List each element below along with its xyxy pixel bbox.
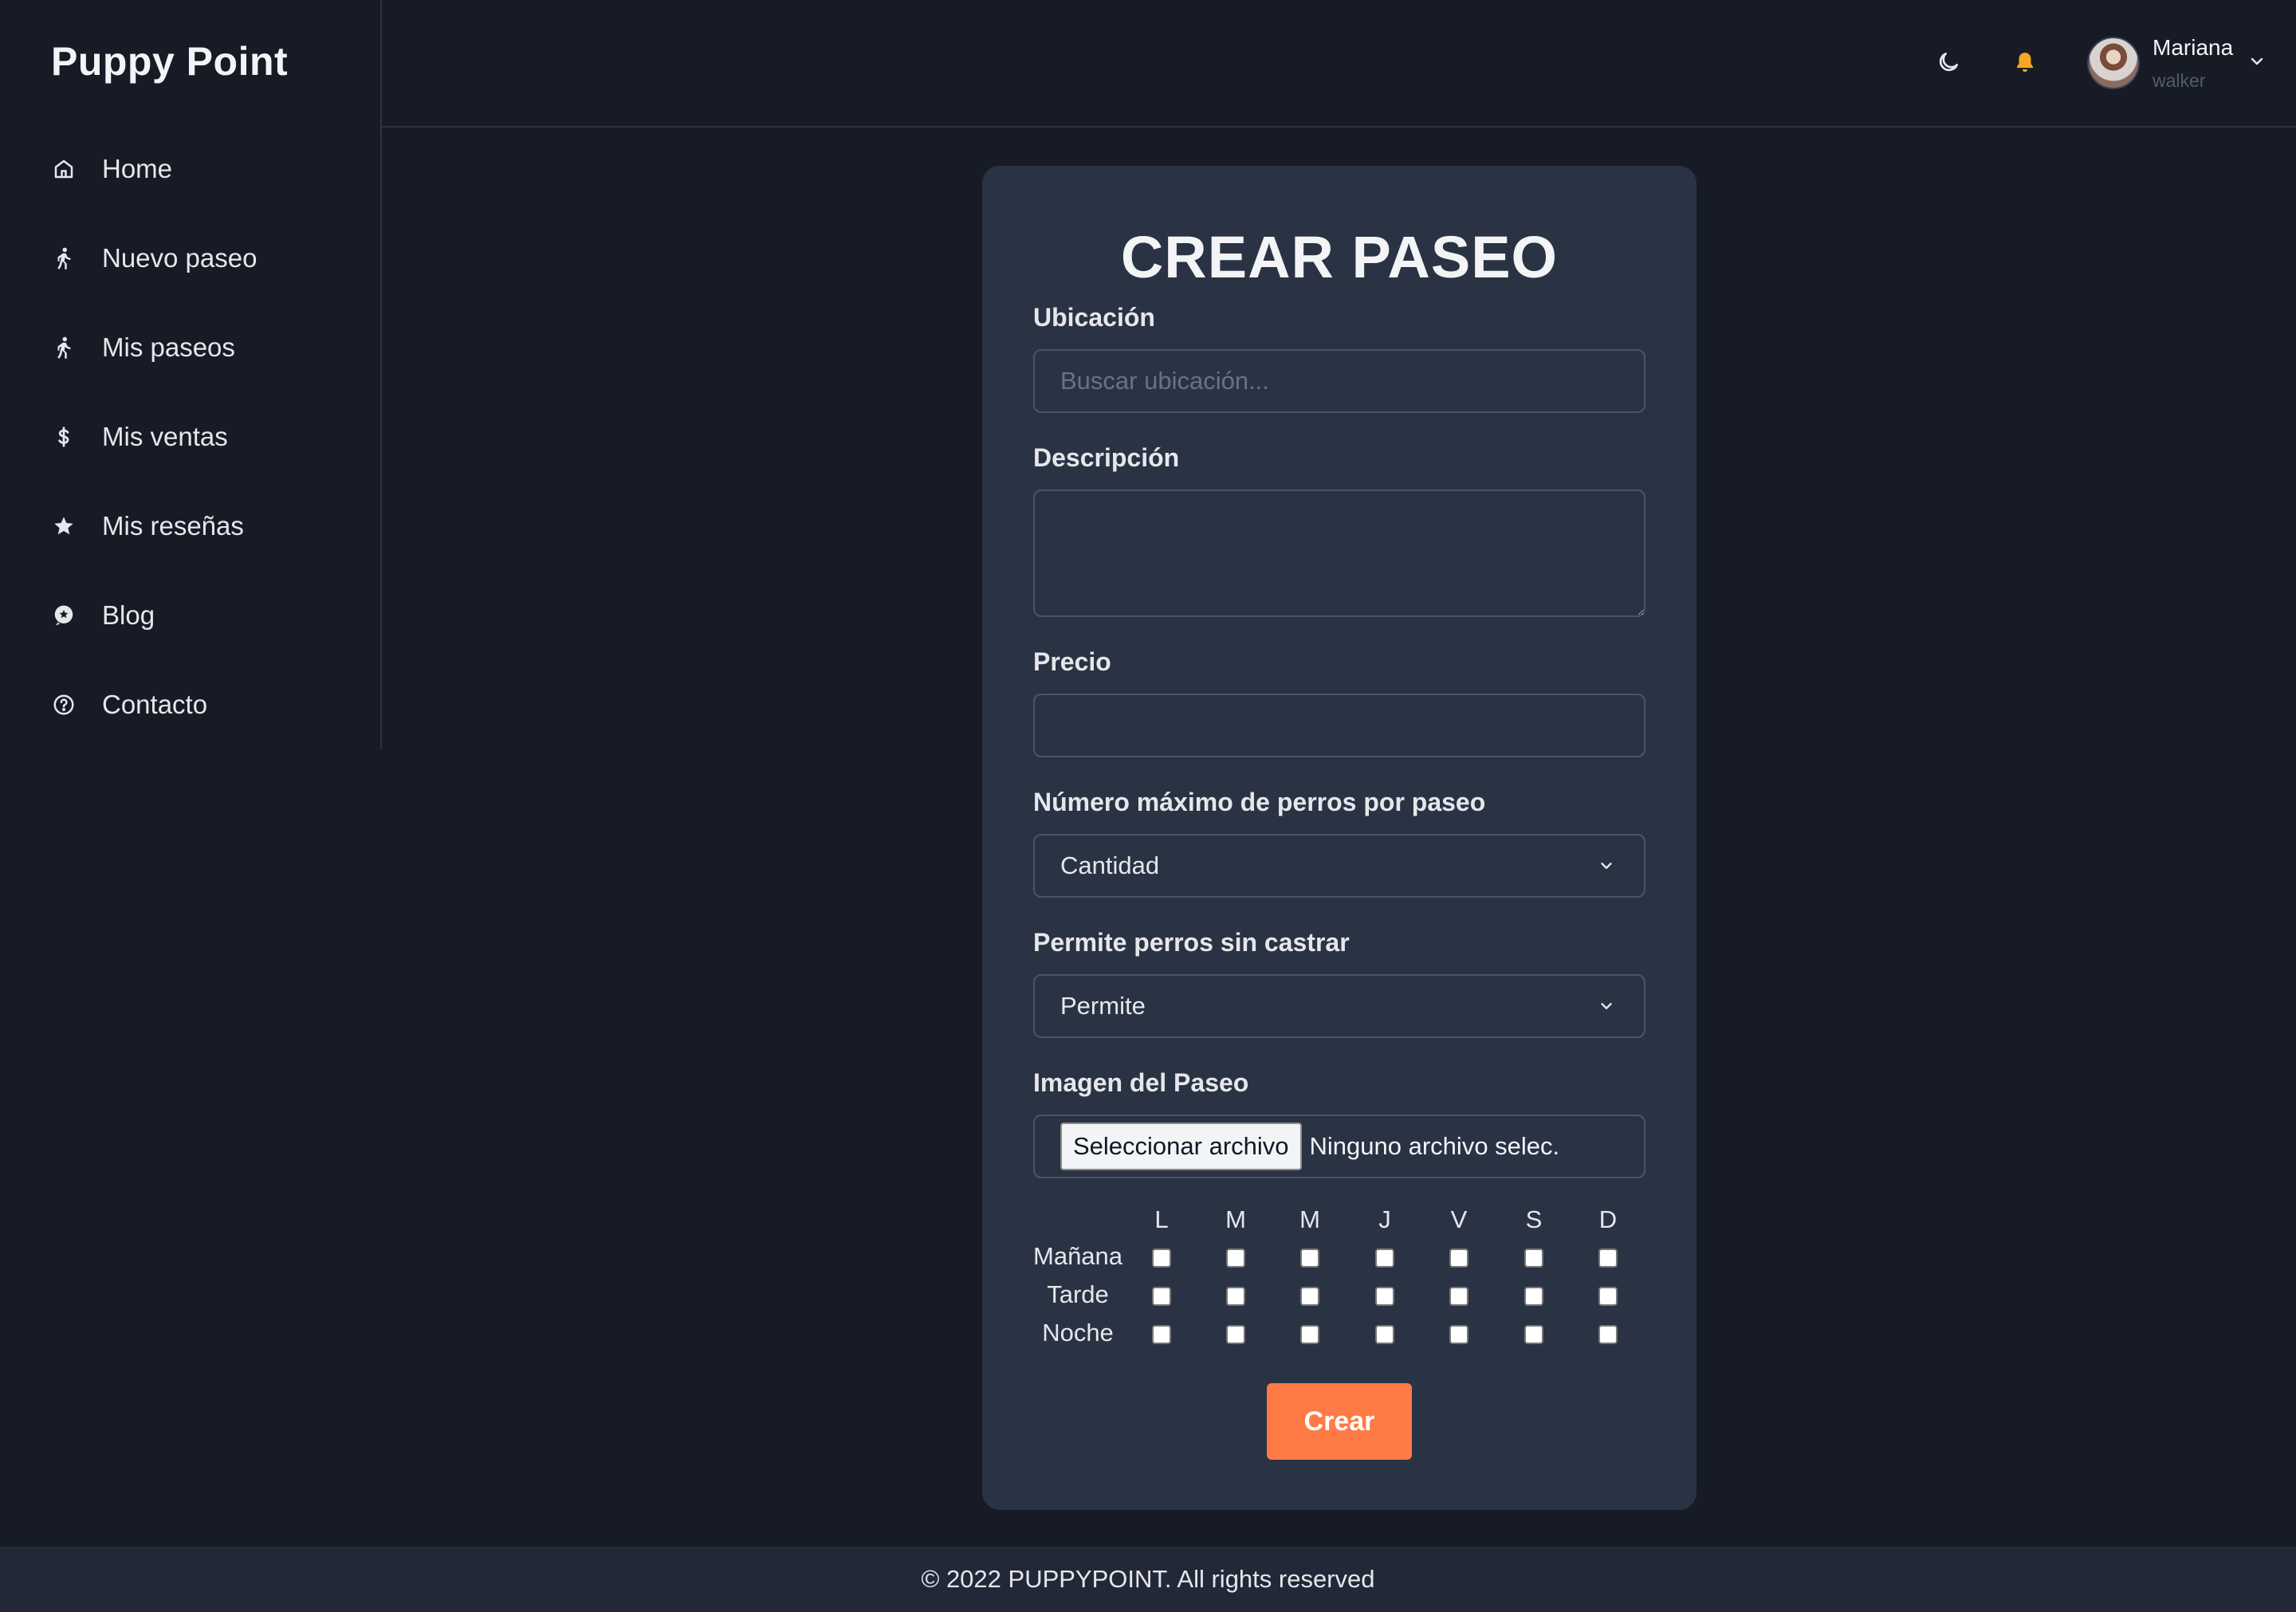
checkbox-afternoon-v[interactable] [1449, 1287, 1468, 1306]
checkbox-morning-v[interactable] [1449, 1248, 1468, 1268]
day-saturday: S [1525, 1205, 1543, 1233]
price-input[interactable] [1033, 694, 1645, 757]
checkbox-morning-l[interactable] [1152, 1248, 1171, 1268]
sidebar-item-label: Mis paseos [102, 332, 235, 362]
day-thursday: J [1378, 1205, 1391, 1233]
day-wednesday: M [1299, 1205, 1320, 1233]
image-label: Imagen del Paseo [1033, 1068, 1249, 1097]
sidebar-item-blog[interactable]: Blog [48, 590, 351, 641]
sidebar-item-label: Contacto [102, 690, 208, 719]
choose-file-button[interactable]: Seleccionar archivo [1060, 1123, 1302, 1170]
checkbox-night-m2[interactable] [1300, 1325, 1319, 1344]
checkbox-morning-m1[interactable] [1226, 1248, 1245, 1268]
sidebar-item-home[interactable]: Home [48, 144, 351, 195]
checkbox-morning-m2[interactable] [1300, 1248, 1319, 1268]
uncastrated-select[interactable]: Permite [1033, 974, 1645, 1038]
footer: © 2022 PUPPYPOINT. All rights reserved [0, 1547, 2296, 1612]
uncastrated-label: Permite perros sin castrar [1033, 928, 1350, 957]
checkbox-afternoon-m1[interactable] [1226, 1287, 1245, 1306]
description-textarea[interactable] [1033, 489, 1645, 617]
sidebar-item-label: Home [102, 154, 173, 183]
walking-icon [48, 242, 80, 274]
sidebar-item-mis-ventas[interactable]: Mis ventas [48, 411, 351, 462]
walking-icon [48, 332, 80, 364]
max-dogs-selected: Cantidad [1060, 851, 1160, 879]
checkbox-night-d[interactable] [1598, 1325, 1618, 1344]
slot-label: Mañana [1033, 1242, 1123, 1270]
sidebar-item-mis-paseos[interactable]: Mis paseos [48, 322, 351, 373]
blog-icon [48, 600, 80, 631]
chevron-down-icon [1594, 994, 1618, 1018]
description-label: Descripción [1033, 443, 1180, 472]
uncastrated-selected: Permite [1060, 992, 1146, 1020]
brand-logo[interactable]: Puppy Point [51, 38, 288, 85]
checkbox-afternoon-s[interactable] [1524, 1287, 1543, 1306]
chevron-down-icon[interactable] [2245, 49, 2269, 73]
slot-label: Noche [1042, 1319, 1114, 1347]
checkbox-morning-d[interactable] [1598, 1248, 1618, 1268]
checkbox-morning-j[interactable] [1375, 1248, 1394, 1268]
max-dogs-select[interactable]: Cantidad [1033, 834, 1645, 898]
bell-icon[interactable] [2009, 46, 2041, 78]
checkbox-night-m1[interactable] [1226, 1325, 1245, 1344]
checkbox-afternoon-m2[interactable] [1300, 1287, 1319, 1306]
checkbox-morning-s[interactable] [1524, 1248, 1543, 1268]
help-circle-icon [48, 689, 80, 721]
chevron-down-icon [1594, 854, 1618, 878]
create-walk-card: CREAR PASEO Ubicación Descripción Precio… [982, 166, 1696, 1510]
user-role: walker [2152, 70, 2206, 91]
file-status: Ninguno archivo selec. [1309, 1132, 1560, 1160]
sidebar-item-label: Mis ventas [102, 422, 228, 451]
slot-label: Tarde [1047, 1280, 1109, 1308]
checkbox-night-j[interactable] [1375, 1325, 1394, 1344]
sidebar: Puppy Point Home Nuevo paseo Mis paseos … [0, 0, 382, 749]
location-input[interactable] [1033, 349, 1645, 413]
create-button[interactable]: Crear [1267, 1383, 1412, 1460]
star-icon [48, 510, 80, 542]
checkbox-night-l[interactable] [1152, 1325, 1171, 1344]
sidebar-item-label: Nuevo paseo [102, 243, 258, 273]
price-label: Precio [1033, 647, 1111, 676]
image-file-input: Seleccionar archivo Ninguno archivo sele… [1033, 1115, 1645, 1178]
checkbox-afternoon-j[interactable] [1375, 1287, 1394, 1306]
schedule-row-afternoon: Tarde [1033, 1280, 1645, 1315]
location-label: Ubicación [1033, 303, 1155, 332]
dollar-icon [48, 421, 80, 453]
day-monday: L [1154, 1205, 1169, 1233]
checkbox-afternoon-l[interactable] [1152, 1287, 1171, 1306]
home-icon [48, 153, 80, 185]
day-sunday: D [1598, 1205, 1618, 1233]
schedule-row-night: Noche [1033, 1319, 1645, 1354]
sidebar-item-contacto[interactable]: Contacto [48, 679, 351, 730]
schedule-row-morning: Mañana [1033, 1242, 1645, 1277]
avatar[interactable] [2087, 37, 2140, 89]
checkbox-night-s[interactable] [1524, 1325, 1543, 1344]
page-title: CREAR PASEO [1120, 224, 1559, 290]
sidebar-item-label: Blog [102, 600, 155, 630]
user-name[interactable]: Mariana [2152, 35, 2233, 61]
day-tuesday: M [1225, 1205, 1246, 1233]
checkbox-night-v[interactable] [1449, 1325, 1468, 1344]
sidebar-item-label: Mis reseñas [102, 511, 244, 541]
checkbox-afternoon-d[interactable] [1598, 1287, 1618, 1306]
sidebar-item-nuevo-paseo[interactable]: Nuevo paseo [48, 233, 351, 284]
sidebar-item-mis-resenas[interactable]: Mis reseñas [48, 501, 351, 552]
max-dogs-label: Número máximo de perros por paseo [1033, 788, 1486, 816]
footer-copyright: © 2022 PUPPYPOINT. All rights reserved [921, 1565, 1375, 1593]
schedule-header: L M M J V S D [1033, 1205, 1645, 1240]
day-friday: V [1450, 1205, 1468, 1233]
moon-icon[interactable] [1932, 46, 1964, 78]
